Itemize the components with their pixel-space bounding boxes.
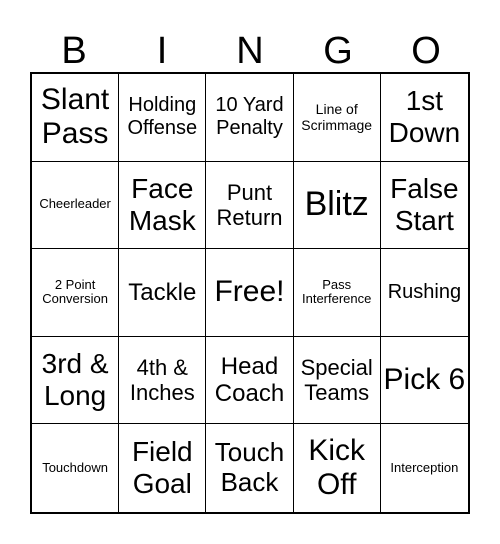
bingo-cell-text: Blitz bbox=[304, 185, 369, 224]
bingo-cell-text: Touch Back bbox=[214, 437, 285, 498]
bingo-cell-text: Holding Offense bbox=[127, 94, 198, 140]
bingo-cell[interactable]: Line of Scrimmage bbox=[293, 74, 381, 162]
bingo-cell[interactable]: Tackle bbox=[119, 249, 207, 337]
bingo-cell[interactable]: Special Teams bbox=[293, 336, 381, 425]
bingo-cell-text: 10 Yard Penalty bbox=[215, 94, 284, 140]
bingo-cell-text: Head Coach bbox=[214, 352, 285, 408]
bingo-cell-text: Free! bbox=[214, 275, 285, 309]
bingo-cell-text: Pick 6 bbox=[383, 362, 466, 396]
header-letter-i: I bbox=[156, 30, 168, 72]
bingo-cell[interactable]: 10 Yard Penalty bbox=[206, 74, 294, 162]
bingo-cell[interactable]: Touch Back bbox=[206, 424, 294, 512]
bingo-cell-text: Interception bbox=[390, 459, 459, 475]
bingo-cell[interactable]: Interception bbox=[381, 424, 468, 512]
bingo-cell-text: Field Goal bbox=[131, 436, 193, 500]
bingo-header: B I N G O bbox=[30, 30, 470, 72]
header-letter-o: O bbox=[411, 30, 441, 72]
bingo-cell[interactable]: 3rd & Long bbox=[32, 336, 120, 425]
bingo-cell-text: Tackle bbox=[128, 278, 197, 306]
bingo-grid: Slant Pass Holding Offense 10 Yard Penalty… bbox=[30, 72, 470, 514]
bingo-cell[interactable]: 2 Point Conversion bbox=[32, 249, 120, 337]
bingo-cell[interactable]: Kick Off bbox=[294, 424, 381, 512]
bingo-cell-text: Pass Interference bbox=[302, 276, 372, 307]
bingo-cell-text: 2 Point Conversion bbox=[42, 276, 108, 307]
bingo-cell-text: Line of Scrimmage bbox=[301, 101, 373, 134]
header-letter-b: B bbox=[61, 30, 87, 72]
bingo-cell-text: Punt Return bbox=[216, 179, 283, 230]
bingo-cell-text: Special Teams bbox=[300, 354, 373, 406]
header-letter-g: G bbox=[323, 30, 353, 72]
bingo-cell-text: False Start bbox=[390, 172, 459, 236]
bingo-cell-text: 1st Down bbox=[388, 85, 461, 149]
bingo-cell[interactable]: Head Coach bbox=[206, 336, 294, 425]
bingo-cell[interactable]: Blitz bbox=[293, 161, 381, 250]
bingo-cell[interactable]: Pass Interference bbox=[293, 249, 381, 337]
bingo-cell[interactable]: Holding Offense bbox=[119, 74, 207, 162]
bingo-cell[interactable]: False Start bbox=[380, 162, 468, 250]
bingo-cell-text: Touchdown bbox=[42, 459, 108, 475]
bingo-cell-text: Face Mask bbox=[128, 172, 196, 236]
bingo-cell[interactable]: Punt Return bbox=[206, 161, 294, 250]
bingo-cell-text: Cheerleader bbox=[39, 196, 111, 212]
bingo-cell[interactable]: Touchdown bbox=[32, 424, 120, 512]
bingo-cell[interactable]: 4th & Inches bbox=[119, 336, 207, 425]
bingo-cell[interactable]: Slant Pass bbox=[32, 74, 120, 162]
bingo-cell[interactable]: Field Goal bbox=[119, 424, 207, 512]
bingo-cell[interactable]: Face Mask bbox=[119, 161, 207, 250]
bingo-cell[interactable]: 1st Down bbox=[380, 74, 468, 162]
bingo-cell[interactable]: Free! bbox=[206, 249, 294, 337]
header-letter-n: N bbox=[236, 30, 264, 72]
bingo-cell-text: Rushing bbox=[387, 280, 462, 303]
bingo-cell[interactable]: Rushing bbox=[380, 249, 468, 337]
bingo-cell[interactable]: Pick 6 bbox=[380, 337, 468, 425]
bingo-cell-text: Kick Off bbox=[308, 433, 366, 502]
bingo-cell[interactable]: Cheerleader bbox=[32, 161, 120, 250]
bingo-cell-text: Slant Pass bbox=[40, 82, 110, 151]
bingo-cell-text: 4th & Inches bbox=[129, 354, 195, 406]
bingo-cell-text: 3rd & Long bbox=[41, 347, 109, 412]
